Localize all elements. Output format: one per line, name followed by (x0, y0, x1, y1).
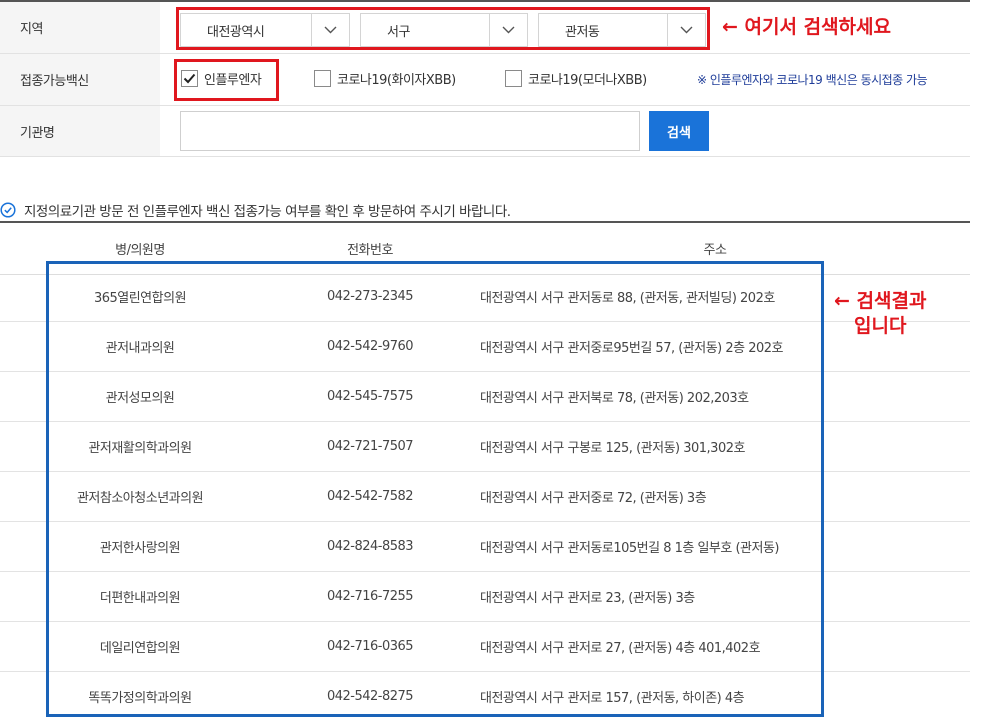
checkbox-empty-icon (505, 70, 522, 87)
checkbox-empty-icon (314, 70, 331, 87)
covid-moderna-checkbox[interactable]: 코로나19(모더나XBB) (505, 69, 647, 88)
cell-hospital-name: 관저한사랑의원 (99, 541, 181, 556)
covid-pfizer-checkbox-label: 코로나19(화이자XBB) (337, 73, 456, 88)
institution-name-input[interactable] (180, 111, 640, 151)
province-select-value: 대전광역시 (207, 24, 265, 40)
district-select-value: 서구 (387, 24, 410, 40)
cell-address: 대전광역시 서구 관저동로105번길 8 1층 일부호 (관저동) (480, 541, 780, 556)
header-name: 병/의원명 (115, 243, 165, 258)
cell-hospital-name: 똑똑가정의학과의원 (88, 691, 192, 706)
cell-hospital-name: 관저재활의학과의원 (88, 441, 192, 456)
cell-hospital-name: 더편한내과의원 (99, 591, 181, 606)
header-phone: 전화번호 (347, 243, 393, 258)
table-row: 365열린연합의원 042-273-2345 대전광역시 서구 관저동로 88, (… (0, 272, 970, 322)
cell-phone: 042-273-2345 (326, 289, 414, 304)
chevron-down-icon (489, 14, 527, 46)
cell-address: 대전광역시 서구 관저로 157, (관저동, 하이존) 4층 (480, 691, 745, 706)
search-hint-annotation: ← 여기서 검색하세요 (722, 16, 891, 38)
cell-phone: 042-824-8583 (326, 539, 414, 554)
result-hint-line2: 입니다 (854, 314, 907, 337)
table-row: 똑똑가정의학과의원 042-542-8275 대전광역시 서구 관저로 157, (… (0, 672, 970, 719)
cell-phone: 042-542-8275 (326, 689, 414, 704)
dong-select[interactable]: 관저동 (538, 13, 706, 47)
cell-phone: 042-716-7255 (326, 589, 414, 604)
co-vaccination-note: ※ 인플루엔자와 코로나19 백신은 동시접종 가능 (697, 73, 928, 87)
cell-phone: 042-542-7582 (326, 489, 414, 504)
search-button[interactable]: 검색 (649, 111, 709, 151)
vaccine-label: 접종가능백신 (0, 54, 160, 105)
checkbox-checked-icon (181, 70, 198, 87)
cell-hospital-name: 365열린연합의원 (93, 291, 187, 306)
result-hint-line1: ← 검색결과 (834, 290, 927, 312)
header-address: 주소 (703, 243, 727, 258)
institution-row: 기관명 검색 (0, 106, 970, 157)
table-row: 관저내과의원 042-542-9760 대전광역시 서구 관저중로95번길 57, … (0, 322, 970, 372)
cell-hospital-name: 관저성모의원 (105, 391, 175, 406)
influenza-checkbox-label: 인플루엔자 (204, 73, 262, 88)
table-row: 관저재활의학과의원 042-721-7507 대전광역시 서구 구봉로 125, (… (0, 422, 970, 472)
cell-phone: 042-716-0365 (326, 639, 414, 654)
check-circle-icon (0, 202, 16, 218)
influenza-checkbox[interactable]: 인플루엔자 (181, 69, 262, 88)
cell-hospital-name: 관저참소아청소년과의원 (76, 491, 204, 506)
table-row: 관저성모의원 042-545-7575 대전광역시 서구 관저북로 78, (관저동… (0, 372, 970, 422)
table-row: 관저한사랑의원 042-824-8583 대전광역시 서구 관저동로105번길 8 … (0, 522, 970, 572)
cell-address: 대전광역시 서구 관저북로 78, (관저동) 202,203호 (480, 391, 749, 406)
district-select[interactable]: 서구 (360, 13, 528, 47)
cell-phone: 042-545-7575 (326, 389, 414, 404)
table-row: 데일리연합의원 042-716-0365 대전광역시 서구 관저로 27, (관저동… (0, 622, 970, 672)
region-label: 지역 (0, 2, 160, 53)
notice-text: 지정의료기관 방문 전 인플루엔자 백신 접종가능 여부를 확인 후 방문하여 … (24, 204, 511, 220)
cell-address: 대전광역시 서구 관저로 23, (관저동) 3층 (480, 591, 695, 606)
covid-moderna-checkbox-label: 코로나19(모더나XBB) (528, 73, 647, 88)
table-body: 365열린연합의원 042-273-2345 대전광역시 서구 관저동로 88, (… (0, 272, 970, 719)
cell-address: 대전광역시 서구 구봉로 125, (관저동) 301,302호 (480, 441, 745, 456)
results-table: 병/의원명 전화번호 주소 365열린연합의원 042-273-2345 대전광역시… (0, 221, 970, 719)
cell-phone: 042-542-9760 (326, 339, 414, 354)
chevron-down-icon (311, 14, 349, 46)
province-select[interactable]: 대전광역시 (180, 13, 350, 47)
cell-hospital-name: 데일리연합의원 (99, 641, 181, 656)
table-row: 더편한내과의원 042-716-7255 대전광역시 서구 관저로 23, (관저동… (0, 572, 970, 622)
result-hint-annotation: ← 검색결과 입니다 (834, 289, 926, 338)
vaccine-row: 접종가능백신 인플루엔자 코로나19(화이자XBB) 코로나19(모더나XBB)… (0, 54, 970, 106)
dong-select-value: 관저동 (565, 24, 600, 40)
cell-address: 대전광역시 서구 관저중로 72, (관저동) 3층 (480, 491, 707, 506)
covid-pfizer-checkbox[interactable]: 코로나19(화이자XBB) (314, 69, 456, 88)
notice-message: 지정의료기관 방문 전 인플루엔자 백신 접종가능 여부를 확인 후 방문하여 … (0, 200, 511, 220)
institution-label: 기관명 (0, 106, 160, 156)
table-header: 병/의원명 전화번호 주소 (0, 223, 970, 275)
cell-address: 대전광역시 서구 관저로 27, (관저동) 4층 401,402호 (480, 641, 761, 656)
chevron-down-icon (667, 14, 705, 46)
cell-phone: 042-721-7507 (326, 439, 414, 454)
cell-hospital-name: 관저내과의원 (105, 341, 175, 356)
table-row: 관저참소아청소년과의원 042-542-7582 대전광역시 서구 관저중로 72,… (0, 472, 970, 522)
cell-address: 대전광역시 서구 관저중로95번길 57, (관저동) 2층 202호 (480, 341, 784, 356)
